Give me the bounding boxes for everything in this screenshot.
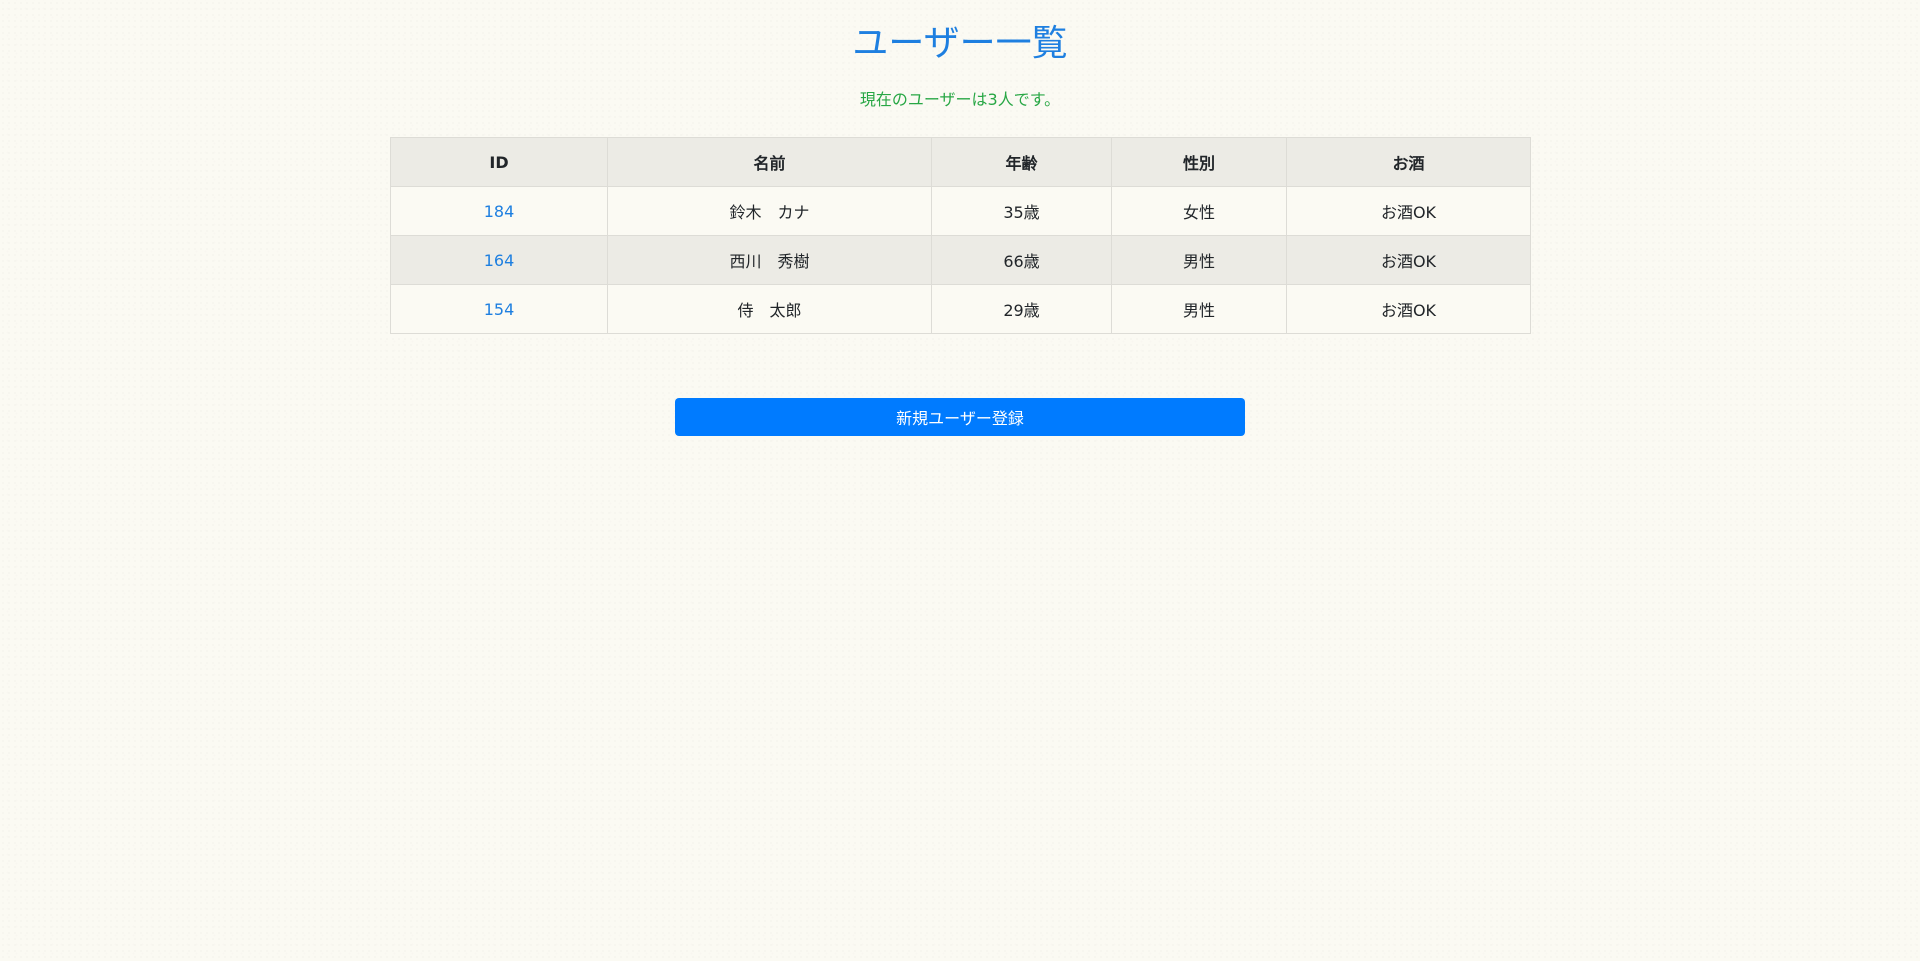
table-row: 184 鈴木 カナ 35歳 女性 お酒OK [390,186,1531,236]
page-title: ユーザー一覧 [852,23,1068,64]
cell-id: 164 [390,235,608,285]
table-header: ID 名前 年齢 性別 お酒 [390,137,1531,187]
cell-gender: 男性 [1111,284,1287,334]
cell-name: 鈴木 カナ [607,186,932,236]
table-header-row: ID 名前 年齢 性別 お酒 [390,137,1531,187]
cell-alcohol: お酒OK [1286,284,1531,334]
cell-alcohol: お酒OK [1286,186,1531,236]
cell-age: 29歳 [931,284,1112,334]
cell-name: 西川 秀樹 [607,235,932,285]
cell-name: 侍 太郎 [607,284,932,334]
cell-age: 66歳 [931,235,1112,285]
new-user-register-button[interactable]: 新規ユーザー登録 [675,398,1245,436]
table-row: 164 西川 秀樹 66歳 男性 お酒OK [390,235,1531,285]
cell-gender: 男性 [1111,235,1287,285]
page: ユーザー一覧 現在のユーザーは3人です。 ID 名前 年齢 性別 お酒 184 … [0,0,1920,961]
cell-gender: 女性 [1111,186,1287,236]
user-id-link[interactable]: 154 [484,300,515,319]
cell-age: 35歳 [931,186,1112,236]
column-header-age: 年齢 [931,137,1112,187]
table-row: 154 侍 太郎 29歳 男性 お酒OK [390,284,1531,334]
user-id-link[interactable]: 164 [484,251,515,270]
cell-id: 154 [390,284,608,334]
column-header-alcohol: お酒 [1286,137,1531,187]
cell-id: 184 [390,186,608,236]
user-id-link[interactable]: 184 [484,202,515,221]
user-table: ID 名前 年齢 性別 お酒 184 鈴木 カナ 35歳 女性 お酒OK 164… [390,137,1531,334]
table-body: 184 鈴木 カナ 35歳 女性 お酒OK 164 西川 秀樹 66歳 男性 お… [390,186,1531,334]
column-header-name: 名前 [607,137,932,187]
column-header-id: ID [390,137,608,187]
cell-alcohol: お酒OK [1286,235,1531,285]
user-count-message: 現在のユーザーは3人です。 [859,90,1061,109]
column-header-gender: 性別 [1111,137,1287,187]
